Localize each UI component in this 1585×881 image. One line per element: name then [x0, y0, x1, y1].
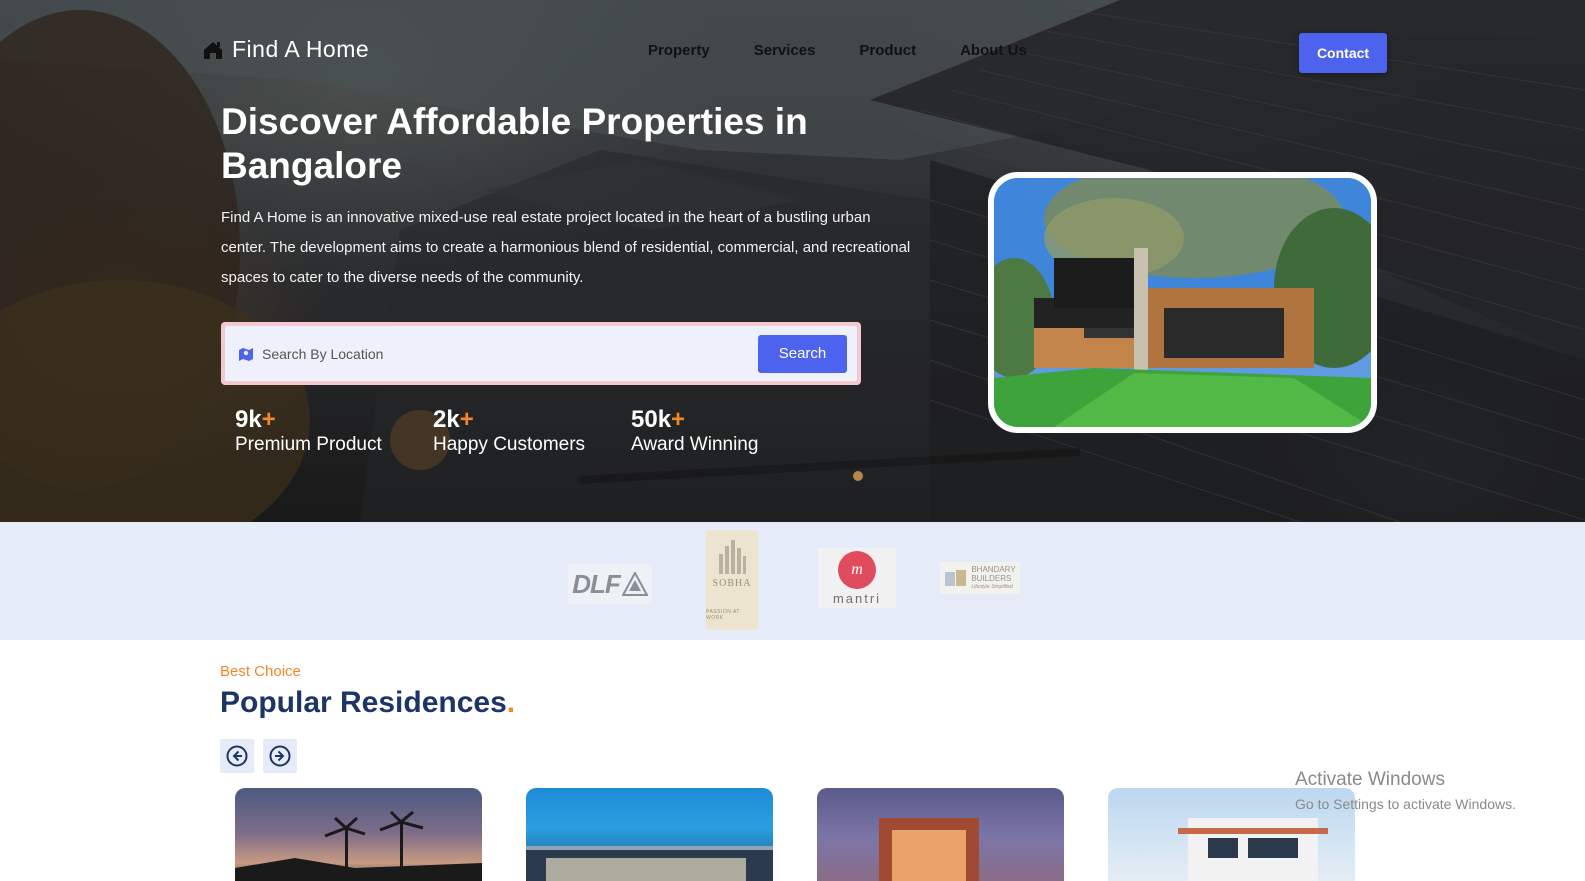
- stat-value: 9k+: [235, 406, 276, 433]
- stats-row: 9k+ Premium Product 2k+ Happy Customers …: [235, 406, 829, 456]
- arrow-left-circle-icon: [226, 745, 248, 767]
- stat-award-winning: 50k+ Award Winning: [631, 406, 829, 456]
- activation-title: Activate Windows: [1295, 769, 1445, 790]
- arrow-right-circle-icon: [269, 745, 291, 767]
- mantri-logo: m mantri: [818, 548, 896, 608]
- stat-label: Premium Product: [235, 434, 382, 455]
- windows-activation-watermark: Activate Windows Go to Settings to activ…: [1295, 769, 1516, 814]
- carousel-prev-button[interactable]: [220, 739, 254, 773]
- search-bar: Search: [221, 322, 861, 385]
- residence-card-image[interactable]: [235, 788, 482, 881]
- search-field-container: Search: [225, 326, 857, 381]
- residence-card-image[interactable]: [817, 788, 1064, 881]
- nav-link-about-us[interactable]: About Us: [960, 42, 1027, 59]
- hero-title: Discover Affordable Properties in Bangal…: [221, 101, 808, 186]
- dlf-logo: DLF: [568, 564, 652, 604]
- main-nav: Property Services Product About Us: [648, 42, 1027, 59]
- section-eyebrow: Best Choice: [220, 663, 301, 680]
- carousel-next-button[interactable]: [263, 739, 297, 773]
- brand-logo[interactable]: Find A Home: [202, 36, 369, 63]
- activation-subtitle: Go to Settings to activate Windows.: [1295, 796, 1516, 812]
- hero-section: Find A Home Property Services Product Ab…: [0, 0, 1585, 522]
- hero-description: Find A Home is an innovative mixed-use r…: [221, 209, 911, 286]
- stat-label: Award Winning: [631, 434, 759, 455]
- section-title: Popular Residences.: [220, 686, 516, 719]
- nav-link-product[interactable]: Product: [859, 42, 916, 59]
- search-button[interactable]: Search: [758, 334, 847, 373]
- mantri-emblem: m: [838, 550, 876, 589]
- stat-value: 2k+: [433, 406, 474, 433]
- stat-happy-customers: 2k+ Happy Customers: [433, 406, 631, 456]
- bhandary-builders-logo: BHANDARY BUILDERS Lifestyle Simplified: [940, 562, 1020, 594]
- residence-card-image[interactable]: [526, 788, 773, 881]
- search-location-input[interactable]: [262, 345, 758, 362]
- stat-value: 50k+: [631, 406, 686, 433]
- nav-link-services[interactable]: Services: [754, 42, 816, 59]
- stat-premium-product: 9k+ Premium Product: [235, 406, 433, 456]
- partner-logos-strip: DLF SOBHA PASSION AT WORK m mantri BHAND…: [0, 522, 1585, 640]
- featured-property-image: [988, 172, 1377, 433]
- brand-name: Find A Home: [232, 36, 370, 62]
- house-icon: [202, 39, 224, 61]
- nav-link-property[interactable]: Property: [648, 42, 710, 59]
- sobha-logo: SOBHA PASSION AT WORK: [706, 530, 758, 630]
- stat-label: Happy Customers: [433, 434, 586, 455]
- map-location-icon: [238, 346, 254, 362]
- contact-button[interactable]: Contact: [1299, 33, 1387, 73]
